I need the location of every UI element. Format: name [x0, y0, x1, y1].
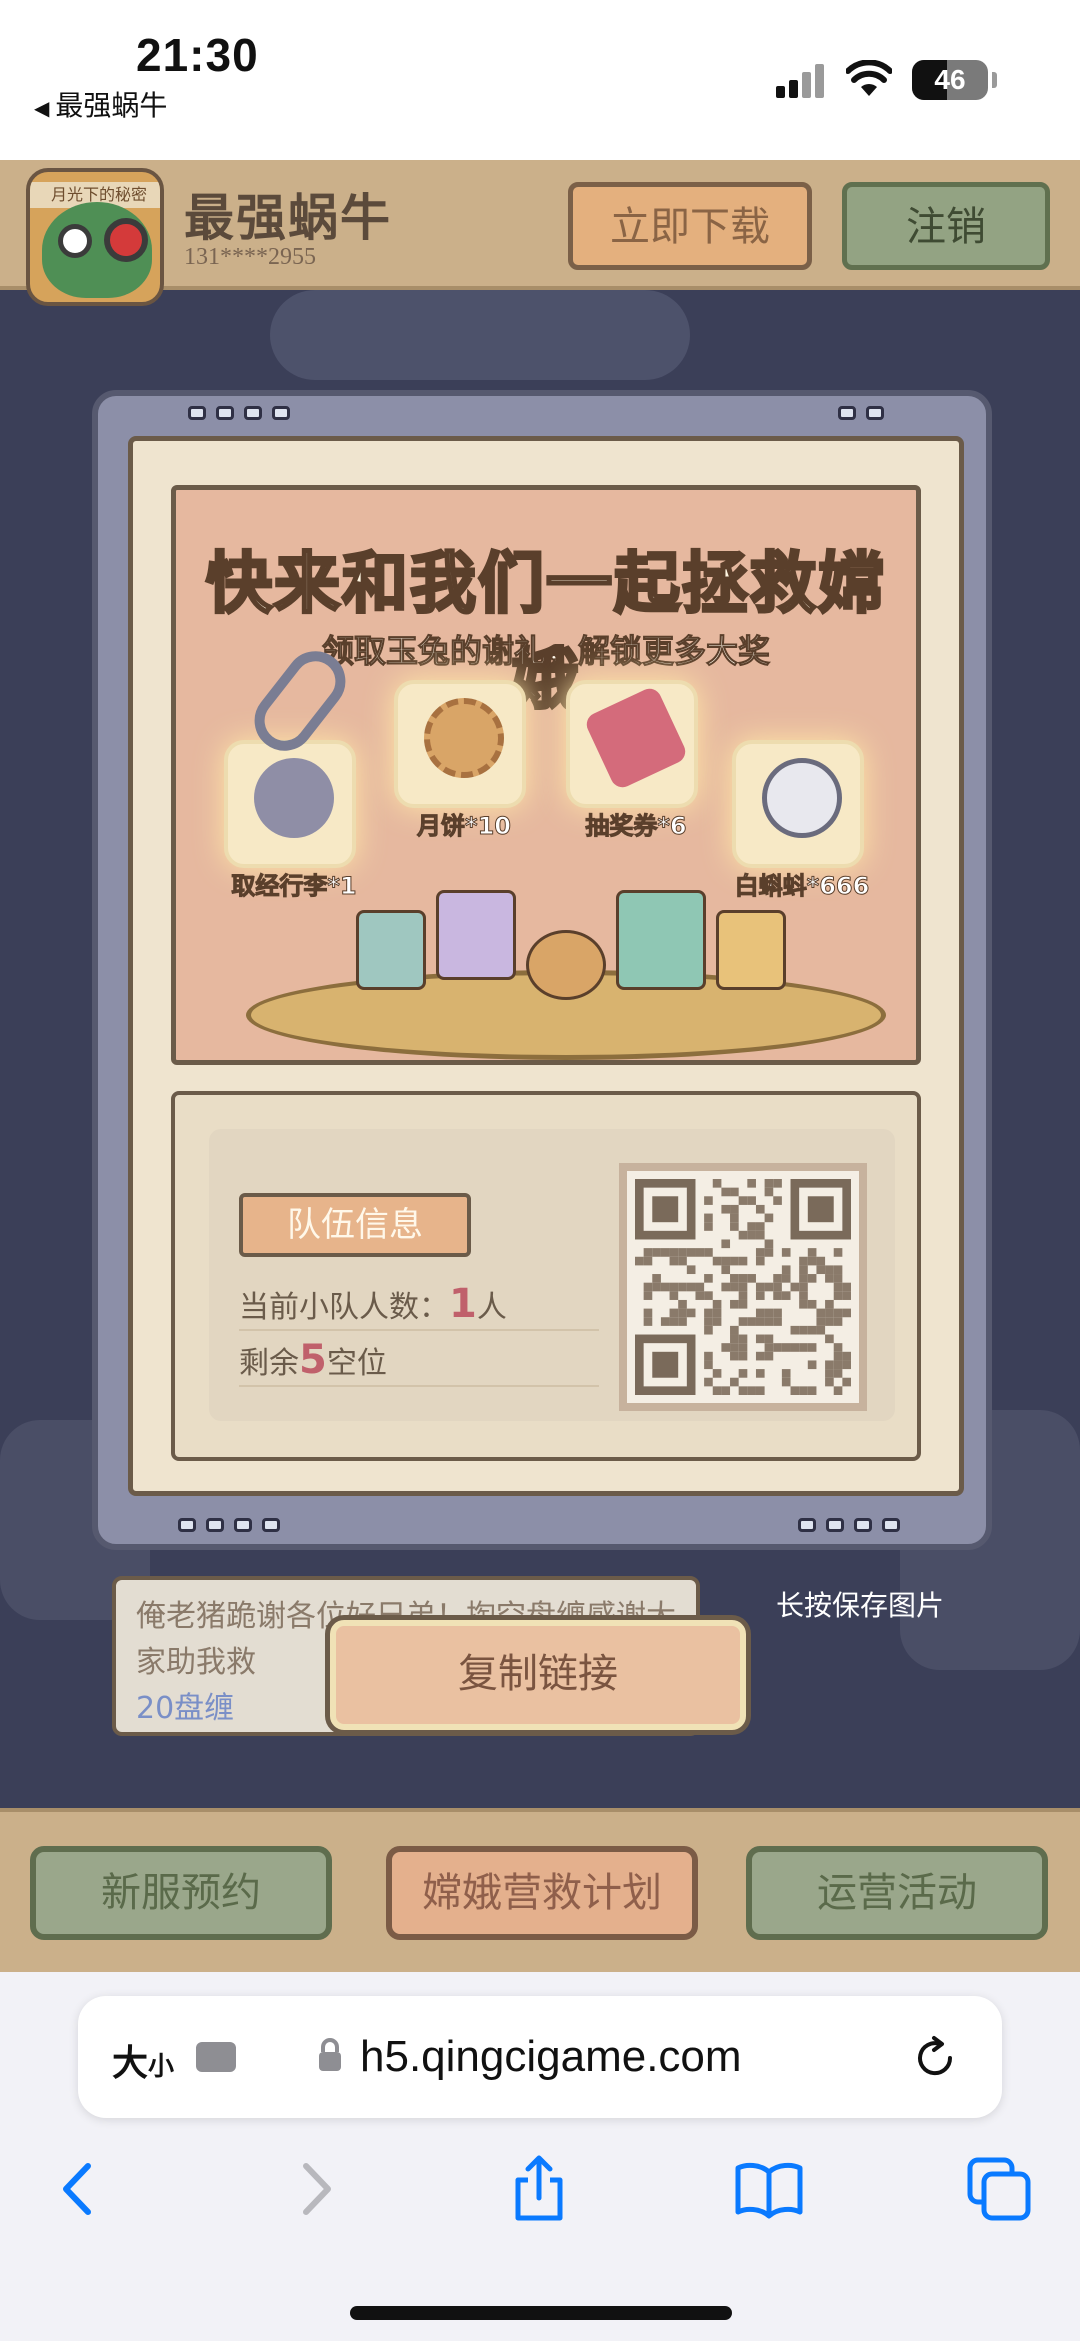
lottery-ticket-icon — [582, 684, 690, 792]
back-to-app-link[interactable]: ◀ 最强蜗牛 — [34, 84, 167, 124]
gift-box — [436, 890, 516, 980]
home-indicator[interactable] — [350, 2306, 732, 2320]
team-info-tag: 队伍信息 — [239, 1193, 471, 1257]
team-seats-value: 5 — [299, 1337, 327, 1383]
battery-nub — [992, 72, 997, 88]
team-count-prefix: 当前小队人数： — [239, 1290, 449, 1325]
invite-qr-code[interactable] — [619, 1163, 867, 1411]
download-button[interactable]: 立即下载 — [568, 182, 812, 270]
team-info-inner: 队伍信息 当前小队人数：1人 剩余5空位 — [209, 1129, 895, 1421]
frame-rivets — [188, 406, 290, 420]
team-member-count: 当前小队人数：1人 — [239, 1281, 507, 1327]
battery-icon: 46 — [912, 60, 988, 100]
reward-label: 月饼*10 — [417, 812, 512, 841]
divider — [239, 1385, 599, 1387]
reward-lottery-ticket: 抽奖券*6 — [566, 680, 698, 841]
signal-icon — [776, 64, 828, 98]
reward-mooncake: 月饼*10 — [394, 680, 526, 841]
event-frame: 快来和我们一起拯救嫦娥 领取玉兔的谢礼，解锁更多大奖 取经行李*1 月饼*10 … — [92, 390, 992, 1550]
status-time: 21:30 — [136, 29, 259, 81]
gift-box — [356, 910, 426, 990]
forward-icon[interactable] — [278, 2154, 348, 2224]
gift-box — [716, 910, 786, 990]
reward-white-tadpole: 白蝌蚪*666 — [732, 740, 870, 901]
banner-subtitle: 领取玉兔的谢礼，解锁更多大奖 — [321, 632, 770, 671]
qr-code-icon — [635, 1179, 851, 1395]
logout-button[interactable]: 注销 — [842, 182, 1050, 270]
reward-label: 抽奖券*6 — [585, 812, 687, 841]
bottom-navigation: 新服预约 嫦娥营救计划 运营活动 — [0, 1808, 1080, 1972]
operations-button[interactable]: 运营活动 — [746, 1846, 1048, 1940]
frame-rivets — [838, 406, 884, 420]
back-app-label: 最强蜗牛 — [55, 89, 168, 122]
web-content: 月光下的秘密 最强蜗牛 131****2955 立即下载 注销 快来和我们一起拯… — [0, 160, 1080, 1972]
team-count-suffix: 人 — [476, 1290, 507, 1325]
tabs-icon[interactable] — [964, 2154, 1034, 2224]
avatar-red-eye — [104, 218, 148, 262]
frame-rivets — [178, 1518, 280, 1532]
reward-banner: 快来和我们一起拯救嫦娥 领取玉兔的谢礼，解锁更多大奖 取经行李*1 月饼*10 … — [171, 485, 921, 1065]
bookmarks-icon[interactable] — [734, 2154, 804, 2224]
reward-luggage: 取经行李*1 — [224, 740, 357, 901]
reward-label: 取经行李*1 — [231, 872, 357, 901]
team-count-value: 1 — [449, 1281, 477, 1327]
user-phone: 131****2955 — [184, 244, 316, 270]
rescue-plan-button[interactable]: 嫦娥营救计划 — [386, 1846, 698, 1940]
back-icon[interactable] — [46, 2154, 116, 2224]
save-image-hint: 长按保存图片 — [776, 1589, 945, 1622]
extension-icon[interactable] — [196, 2042, 236, 2072]
text-size-small: 小 — [148, 2052, 175, 2082]
url-text[interactable]: h5.qingcigame.com — [360, 2032, 742, 2082]
mooncake-icon — [424, 698, 504, 778]
browser-toolbar — [0, 2140, 1080, 2260]
team-seats-suffix: 空位 — [326, 1346, 387, 1381]
user-name: 最强蜗牛 — [184, 189, 392, 247]
cloud-decoration — [270, 290, 690, 380]
share-icon[interactable] — [504, 2154, 574, 2224]
gift-box — [616, 890, 706, 990]
divider — [239, 1329, 599, 1331]
lock-icon — [319, 2038, 341, 2071]
user-header: 月光下的秘密 最强蜗牛 131****2955 立即下载 注销 — [0, 160, 1080, 306]
frame-rivets — [798, 1518, 900, 1532]
event-paper: 快来和我们一起拯救嫦娥 领取玉兔的谢礼，解锁更多大奖 取经行李*1 月饼*10 … — [128, 436, 964, 1496]
status-bar: 21:30 ◀ 最强蜗牛 46 — [0, 0, 1080, 160]
text-size-button[interactable]: 大小 — [112, 2034, 174, 2086]
back-triangle-icon: ◀ — [34, 96, 50, 120]
mooncake-pile — [526, 930, 606, 1000]
thanks-message-link[interactable]: 20盘缠 — [136, 1691, 234, 1726]
new-server-button[interactable]: 新服预约 — [30, 1846, 332, 1940]
text-size-large: 大 — [112, 2043, 149, 2084]
avatar: 月光下的秘密 — [26, 168, 164, 306]
avatar-eye — [58, 224, 92, 258]
team-seats-prefix: 剩余 — [239, 1346, 299, 1381]
reward-label: 白蝌蚪*666 — [734, 872, 870, 901]
copy-link-button[interactable]: 复制链接 — [330, 1620, 746, 1730]
team-info-panel: 队伍信息 当前小队人数：1人 剩余5空位 — [171, 1091, 921, 1461]
reload-icon[interactable] — [912, 2034, 958, 2080]
battery-percent: 46 — [934, 64, 966, 95]
address-bar[interactable]: 大小 h5.qingcigame.com — [78, 1996, 1002, 2118]
wifi-icon — [846, 60, 892, 96]
team-open-seats: 剩余5空位 — [239, 1337, 387, 1383]
luggage-bag-icon — [254, 758, 334, 838]
white-tadpole-icon — [762, 758, 842, 838]
